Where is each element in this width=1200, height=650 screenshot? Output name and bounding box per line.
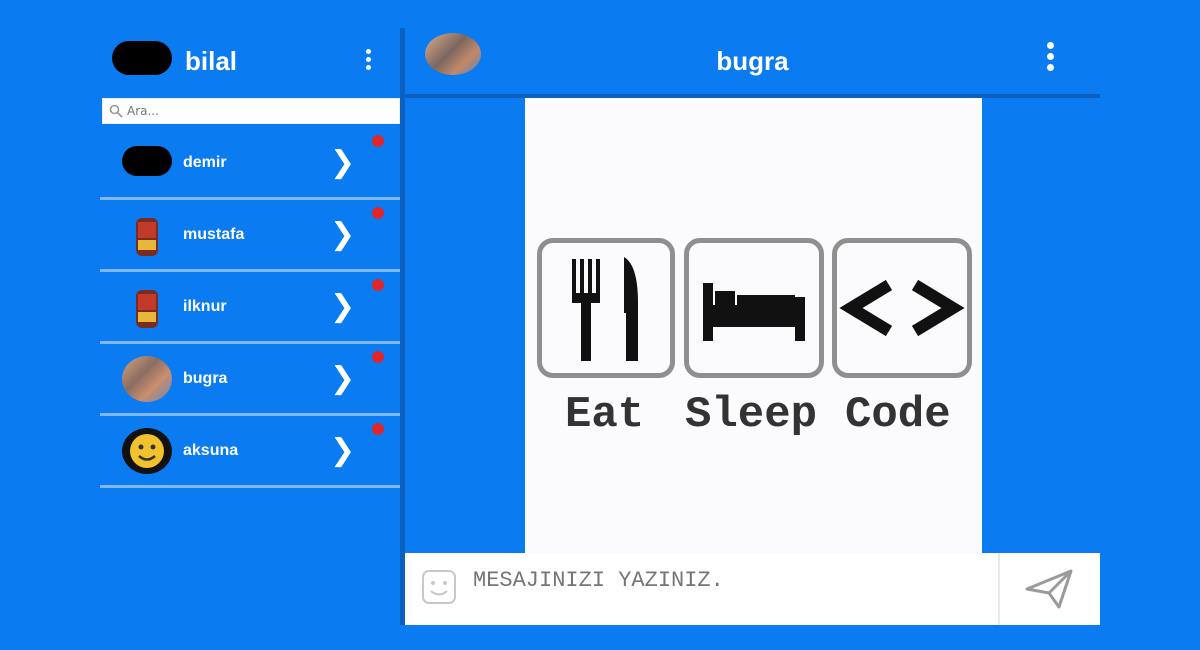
avatar <box>122 284 172 330</box>
contact-name: ilknur <box>183 298 227 315</box>
contact-name: bugra <box>183 370 228 387</box>
contact-list: demir ❯ mustafa ❯ ilknur ❯ bugra ❯ aksun… <box>100 130 400 490</box>
contact-search <box>102 98 400 124</box>
sidebar-header: bilal <box>100 28 400 96</box>
send-separator <box>998 553 1000 625</box>
messenger-app: bilal demir ❯ <box>100 28 1100 625</box>
chat-pane: bugra Eat Sleep Code MESAJINIZI YAZINIZ. <box>405 28 1100 625</box>
avatar <box>122 428 172 474</box>
chevron-right-icon[interactable]: ❯ <box>330 148 355 178</box>
peer-name: bugra <box>716 46 789 76</box>
unread-badge <box>372 351 384 363</box>
unread-badge <box>372 207 384 219</box>
contact-item-aksuna[interactable]: aksuna ❯ <box>100 418 400 488</box>
chevron-right-icon[interactable]: ❯ <box>330 364 355 394</box>
my-avatar[interactable] <box>112 41 172 75</box>
my-name: bilal <box>185 46 238 76</box>
word-sleep: Sleep <box>685 390 818 440</box>
contact-name: mustafa <box>183 226 245 243</box>
avatar <box>122 146 172 176</box>
send-icon[interactable] <box>1023 567 1075 611</box>
contact-name: demir <box>183 154 227 171</box>
chevron-right-icon[interactable]: ❯ <box>330 292 355 322</box>
message-input[interactable] <box>473 565 993 595</box>
contact-name: aksuna <box>183 442 239 459</box>
message-composer <box>405 553 1100 625</box>
unread-badge <box>372 279 384 291</box>
sidebar-menu-icon[interactable] <box>358 46 378 76</box>
contact-item-demir[interactable]: demir ❯ <box>100 130 400 200</box>
unread-badge <box>372 135 384 147</box>
bed-icon <box>684 238 824 378</box>
contact-item-bugra[interactable]: bugra ❯ <box>100 346 400 416</box>
word-eat: Eat <box>565 390 645 440</box>
chevron-right-icon[interactable]: ❯ <box>330 436 355 466</box>
avatar <box>122 356 172 402</box>
avatar <box>122 212 172 258</box>
sidebar: bilal demir ❯ <box>100 28 400 625</box>
contact-item-mustafa[interactable]: mustafa ❯ <box>100 202 400 272</box>
contact-item-ilknur[interactable]: ilknur ❯ <box>100 274 400 344</box>
emoji-icon[interactable] <box>419 567 459 607</box>
chevron-right-icon[interactable]: ❯ <box>330 220 355 250</box>
code-brackets-icon <box>832 238 972 378</box>
unread-badge <box>372 423 384 435</box>
chat-menu-icon[interactable] <box>1040 38 1060 88</box>
fork-knife-icon <box>537 238 675 378</box>
shared-image[interactable]: Eat Sleep Code <box>525 98 982 553</box>
chat-header: bugra <box>405 28 1100 98</box>
word-code: Code <box>845 390 951 440</box>
search-icon <box>109 104 123 118</box>
search-input[interactable] <box>127 102 387 120</box>
